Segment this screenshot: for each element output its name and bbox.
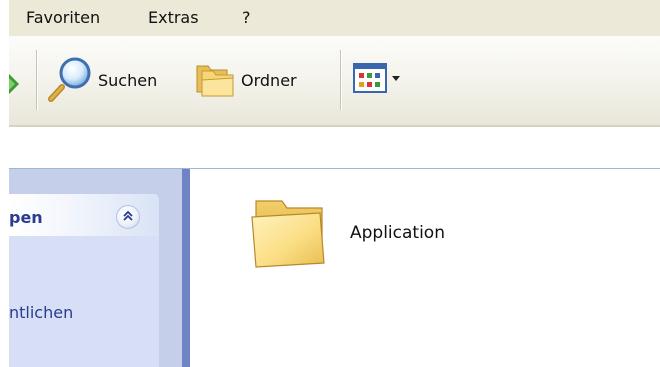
folders-button[interactable]: Ordner bbox=[193, 56, 297, 104]
folder-item[interactable]: Application bbox=[248, 193, 445, 273]
toolbar-separator bbox=[36, 50, 38, 110]
menu-bar: Favoriten Extras ? bbox=[9, 0, 660, 36]
folders-icon bbox=[193, 56, 237, 104]
search-button-label: Suchen bbox=[98, 70, 158, 90]
collapse-button[interactable] bbox=[116, 205, 140, 229]
folder-icon bbox=[248, 193, 328, 273]
toolbar-separator bbox=[340, 50, 342, 110]
window-edge bbox=[0, 0, 9, 367]
views-button[interactable] bbox=[352, 56, 406, 104]
forward-arrow-icon[interactable] bbox=[9, 66, 25, 102]
dropdown-arrow-icon bbox=[392, 76, 400, 81]
search-button[interactable]: Suchen bbox=[48, 56, 157, 104]
menu-extras[interactable]: Extras bbox=[148, 8, 199, 27]
search-icon bbox=[48, 54, 94, 106]
folder-item-label: Application bbox=[350, 223, 445, 243]
views-icon bbox=[352, 61, 406, 99]
menu-help[interactable]: ? bbox=[242, 8, 251, 27]
task-group-title: pen bbox=[9, 208, 43, 227]
task-group-body bbox=[9, 236, 159, 367]
address-area bbox=[9, 127, 660, 169]
chevron-up-icon bbox=[121, 208, 135, 227]
task-link[interactable]: ntlichen bbox=[9, 303, 73, 322]
folders-button-label: Ordner bbox=[241, 70, 297, 90]
menu-favorites[interactable]: Favoriten bbox=[26, 8, 100, 27]
